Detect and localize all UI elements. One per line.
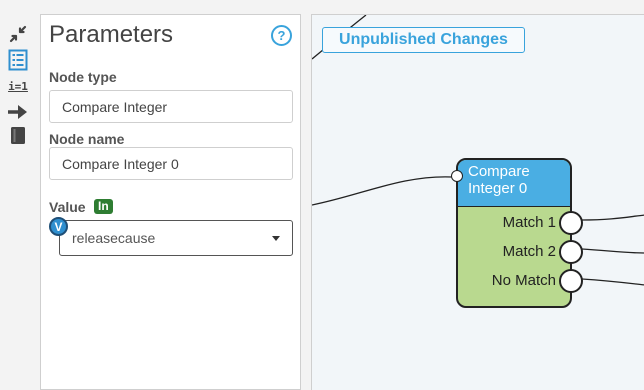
node-name-field[interactable]: Compare Integer 0 — [49, 147, 293, 180]
panel-title: Parameters — [49, 21, 174, 48]
output-port-no-match[interactable] — [559, 269, 583, 293]
flow-canvas[interactable]: Unpublished Changes Compare Integer 0 Ma… — [311, 14, 644, 390]
output-port-match-2[interactable] — [559, 240, 583, 264]
collapse-icon[interactable] — [6, 22, 30, 46]
wire-match-1 — [581, 214, 644, 221]
assign-icon-label: i=1 — [8, 79, 28, 93]
port-label-no-match: No Match — [491, 272, 556, 289]
wire-input — [312, 176, 453, 206]
arrow-right-icon[interactable] — [6, 100, 30, 124]
assign-icon[interactable]: i=1 — [6, 74, 30, 98]
node-header: Compare Integer 0 — [458, 160, 570, 207]
node-input-port[interactable] — [451, 170, 463, 182]
compare-integer-node[interactable]: Compare Integer 0 Match 1 Match 2 No Mat… — [451, 158, 583, 308]
node-name-label: Node name — [49, 131, 125, 147]
book-icon[interactable] — [6, 124, 30, 148]
node-title-line-2: Integer 0 — [468, 180, 528, 197]
parameters-list-icon[interactable] — [6, 48, 30, 72]
parameters-panel: Parameters ? Node type Compare Integer N… — [40, 14, 301, 390]
help-icon[interactable]: ? — [271, 25, 292, 46]
unpublished-changes-button[interactable]: Unpublished Changes — [322, 27, 525, 53]
app-root: i=1 Parameters ? Node type Compare Integ… — [0, 0, 644, 390]
value-select[interactable]: releasecause — [59, 220, 293, 256]
node-title-line-1: Compare — [468, 163, 530, 180]
value-label: Value — [49, 199, 86, 215]
wire-match-2 — [581, 248, 644, 254]
caret-down-icon — [272, 236, 280, 241]
value-select-text: releasecause — [72, 230, 156, 246]
output-port-match-1[interactable] — [559, 211, 583, 235]
port-label-match-1: Match 1 — [502, 214, 556, 231]
variable-badge[interactable]: V — [49, 217, 68, 236]
node-type-label: Node type — [49, 69, 117, 85]
left-toolbar: i=1 — [0, 14, 38, 390]
port-label-match-2: Match 2 — [502, 243, 556, 260]
in-badge: In — [94, 199, 113, 214]
wire-no-match — [581, 278, 644, 286]
node-type-field[interactable]: Compare Integer — [49, 90, 293, 123]
